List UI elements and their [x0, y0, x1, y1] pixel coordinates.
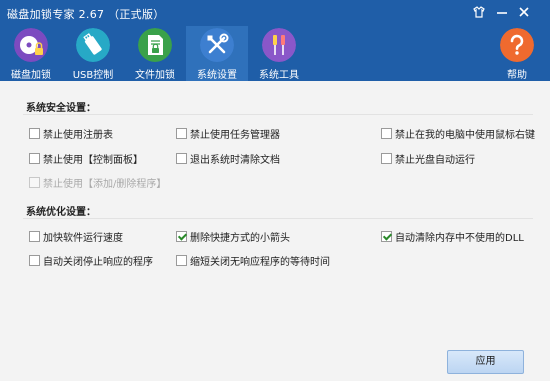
disable-autorun-checkbox[interactable]: 禁止光盘自动运行: [381, 151, 475, 166]
option-label: 退出系统时清除文档: [190, 154, 280, 166]
remove-shortcut-arrow-checkbox[interactable]: 删除快捷方式的小箭头: [176, 229, 290, 244]
tool-file-lock[interactable]: 文件加锁: [124, 26, 186, 81]
disable-registry-checkbox[interactable]: 禁止使用注册表: [29, 126, 113, 141]
tool-usb-control[interactable]: USB控制: [62, 26, 124, 81]
help-icon: [500, 28, 534, 62]
title-bar: 磁盘加锁专家 2.67 （正式版）: [0, 0, 550, 26]
section-divider: [23, 218, 533, 219]
checkbox-box[interactable]: [176, 254, 187, 266]
apply-button[interactable]: 应用: [447, 350, 524, 374]
security-section-title: 系统安全设置：: [26, 103, 96, 114]
option-label: 自动关闭停止响应的程序: [43, 256, 153, 268]
tool-disk-lock[interactable]: 磁盘加锁: [0, 26, 62, 81]
checkbox-box[interactable]: [381, 127, 392, 139]
tool-label: 系统设置: [197, 70, 237, 81]
tool-label: 系统工具: [259, 70, 299, 81]
app-title: 磁盘加锁专家 2.67 （正式版）: [7, 8, 165, 21]
clear-docs-on-exit-checkbox[interactable]: 退出系统时清除文档: [176, 151, 280, 166]
section-divider: [23, 114, 533, 115]
tool-label: 磁盘加锁: [11, 70, 51, 81]
skin-icon[interactable]: [471, 4, 487, 20]
auto-close-hung-programs-checkbox[interactable]: 自动关闭停止响应的程序: [29, 253, 153, 268]
file-lock-icon: [138, 28, 172, 62]
screwdriver-icon: [262, 28, 296, 62]
option-label: 删除快捷方式的小箭头: [190, 232, 290, 244]
settings-panel: 系统安全设置： 禁止使用注册表 禁止使用任务管理器 禁止在我的电脑中使用鼠标右键…: [0, 81, 550, 381]
tool-label: USB控制: [72, 70, 114, 81]
checkbox-box[interactable]: [381, 230, 392, 242]
checkbox-box: [29, 176, 40, 188]
tool-system-settings[interactable]: 系统设置: [186, 26, 248, 81]
close-icon[interactable]: [516, 4, 532, 20]
option-label: 禁止使用【控制面板】: [43, 154, 143, 166]
option-label: 加快软件运行速度: [43, 232, 123, 244]
shorten-wait-time-checkbox[interactable]: 缩短关闭无响应程序的等待时间: [176, 253, 330, 268]
disable-control-panel-checkbox[interactable]: 禁止使用【控制面板】: [29, 151, 143, 166]
main-toolbar: 磁盘加锁 USB控制 文件加锁 系统设置 系统工具 帮助: [0, 26, 550, 81]
checkbox-box[interactable]: [29, 254, 40, 266]
disable-right-click-checkbox[interactable]: 禁止在我的电脑中使用鼠标右键: [381, 126, 535, 141]
clear-unused-dll-checkbox[interactable]: 自动清除内存中不使用的DLL: [381, 229, 524, 244]
tool-system-tools[interactable]: 系统工具: [248, 26, 310, 81]
checkbox-box[interactable]: [29, 127, 40, 139]
optimize-section-title: 系统优化设置：: [26, 207, 96, 218]
usb-icon: [76, 28, 110, 62]
disable-add-remove-programs-checkbox: 禁止使用【添加/删除程序】: [29, 175, 167, 190]
tools-icon: [200, 28, 234, 62]
disable-task-manager-checkbox[interactable]: 禁止使用任务管理器: [176, 126, 280, 141]
checkbox-box[interactable]: [29, 152, 40, 164]
option-label: 禁止使用【添加/删除程序】: [43, 178, 167, 190]
option-label: 禁止使用任务管理器: [190, 129, 280, 141]
disk-lock-icon: [14, 28, 48, 62]
option-label: 缩短关闭无响应程序的等待时间: [190, 256, 330, 268]
checkbox-box[interactable]: [381, 152, 392, 164]
option-label: 禁止使用注册表: [43, 129, 113, 141]
tool-label: 文件加锁: [135, 70, 175, 81]
tool-help[interactable]: 帮助: [486, 26, 548, 81]
option-label: 禁止在我的电脑中使用鼠标右键: [395, 129, 535, 141]
option-label: 禁止光盘自动运行: [395, 154, 475, 166]
checkbox-box[interactable]: [176, 152, 187, 164]
minimize-icon[interactable]: [494, 4, 510, 20]
tool-label: 帮助: [507, 70, 527, 81]
option-label: 自动清除内存中不使用的DLL: [395, 232, 524, 244]
checkbox-box[interactable]: [29, 230, 40, 242]
speed-up-software-checkbox[interactable]: 加快软件运行速度: [29, 229, 123, 244]
checkbox-box[interactable]: [176, 127, 187, 139]
checkbox-box[interactable]: [176, 230, 187, 242]
